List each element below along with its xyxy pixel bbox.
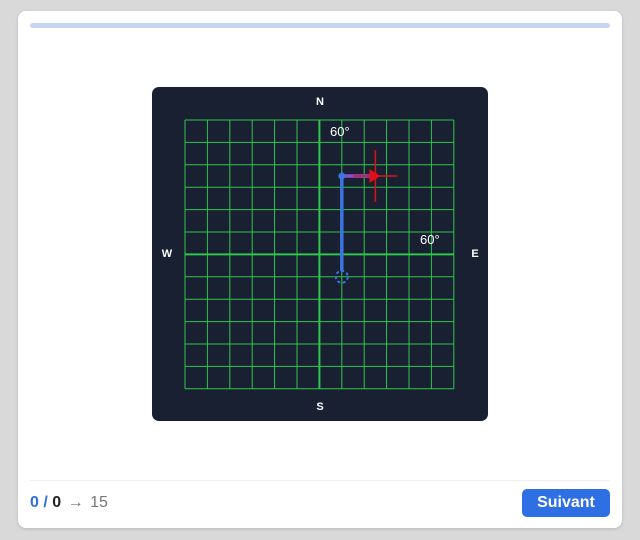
- grid-canvas[interactable]: [152, 87, 488, 421]
- progress-bar: [30, 23, 610, 28]
- turn-point-marker: [338, 172, 346, 180]
- score-counter: 0 / 0 → 15: [30, 494, 108, 512]
- footer-divider: [30, 480, 610, 481]
- next-button[interactable]: Suivant: [522, 489, 610, 517]
- score-total: 15: [90, 494, 108, 511]
- score-correct: 0: [52, 494, 62, 511]
- exercise-card: N S W E 60° 60° 0 / 0 → 15 Suivant: [18, 11, 622, 528]
- angle-label-top: 60°: [330, 124, 350, 139]
- score-done: 0: [30, 494, 39, 511]
- arrow-right-icon: →: [67, 494, 84, 511]
- east-label: E: [471, 248, 479, 260]
- north-label: N: [316, 96, 324, 108]
- compass-grid-board[interactable]: N S W E 60° 60°: [152, 87, 488, 421]
- score-separator: /: [43, 494, 48, 511]
- south-label: S: [316, 401, 324, 413]
- angle-label-right: 60°: [420, 232, 440, 247]
- west-label: W: [161, 248, 173, 260]
